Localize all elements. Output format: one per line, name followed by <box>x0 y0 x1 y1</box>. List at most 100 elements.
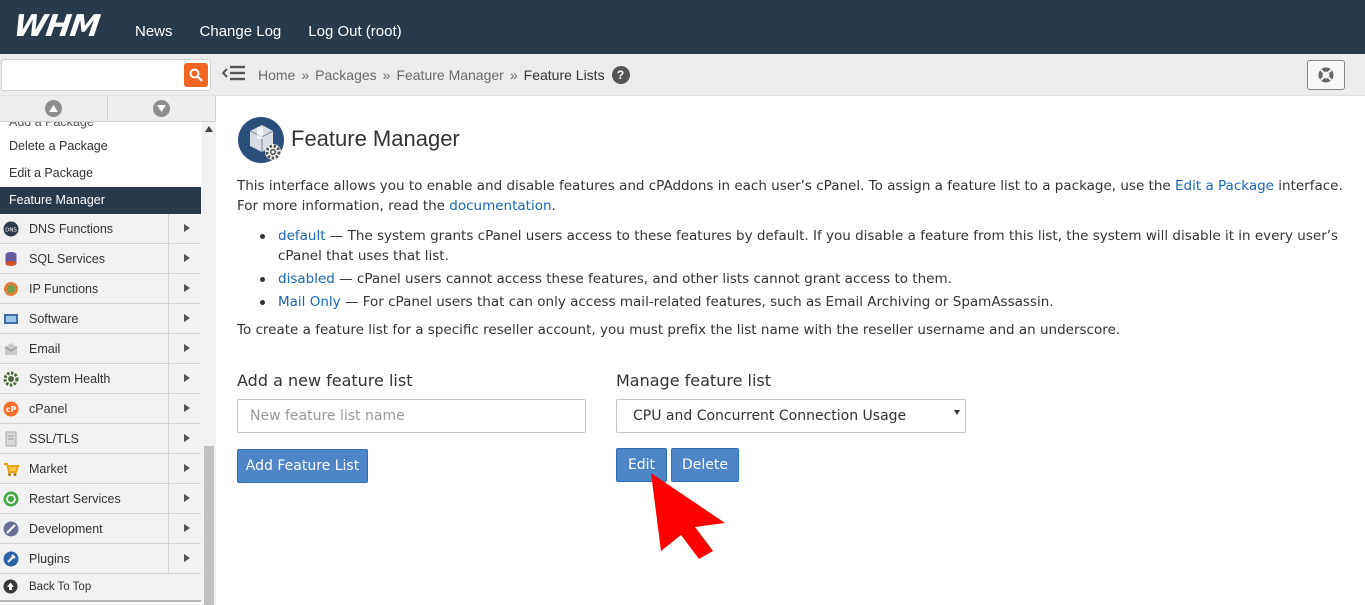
documentation-link[interactable]: documentation <box>449 198 551 214</box>
intro-text: This interface allows you to enable and … <box>237 178 1176 194</box>
database-icon <box>3 251 19 267</box>
svg-text:cP: cP <box>6 405 17 414</box>
breadcrumb-separator: » <box>301 67 310 83</box>
sidebar: Add a Package Delete a Package Edit a Pa… <box>0 96 216 605</box>
back-to-top-label: Back To Top <box>29 581 92 593</box>
breadcrumb: Home » Packages » Feature Manager » Feat… <box>258 66 630 84</box>
support-button[interactable] <box>1307 60 1345 90</box>
sidebar-category-email[interactable]: Email <box>0 334 201 364</box>
sidebar-category-label: IP Functions <box>29 281 99 296</box>
sidebar-scroll-down-button[interactable] <box>108 96 216 121</box>
disabled-list-link[interactable]: disabled <box>278 271 335 287</box>
caret-right-icon <box>184 404 190 412</box>
manage-feature-list-label: Manage feature list <box>616 371 771 390</box>
edit-package-link[interactable]: Edit a Package <box>1175 178 1274 194</box>
caret-right-icon <box>184 314 190 322</box>
sidebar-category-label: Development <box>29 521 103 536</box>
help-icon[interactable]: ? <box>611 66 630 84</box>
sidebar-category-software[interactable]: Software <box>0 304 201 334</box>
dns-icon: DNS <box>3 221 19 237</box>
feature-list-select[interactable]: CPU and Concurrent Connection Usage <box>616 399 966 433</box>
sidebar-item-edit-package[interactable]: Edit a Package <box>0 160 201 187</box>
list-item: Mail Only — For cPanel users that can on… <box>257 292 1347 312</box>
add-feature-list-button[interactable]: Add Feature List <box>237 449 368 483</box>
list-item: default — The system grants cPanel users… <box>257 226 1347 266</box>
breadcrumb-current: Feature Lists <box>523 67 605 83</box>
breadcrumb-home[interactable]: Home <box>258 67 295 83</box>
certificate-icon <box>3 431 19 447</box>
sidebar-category-cpanel[interactable]: cP cPanel <box>0 394 201 424</box>
caret-right-icon <box>184 524 190 532</box>
caret-right-icon <box>184 284 190 292</box>
nav-logout[interactable]: Log Out (root) <box>308 23 401 40</box>
caret-right-icon <box>184 554 190 562</box>
main-content: Feature Manager This interface allows yo… <box>217 96 1365 605</box>
sidebar-category-dns-functions[interactable]: DNS DNS Functions <box>0 214 201 244</box>
sidebar-category-label: Email <box>29 341 61 356</box>
search-input[interactable] <box>2 60 182 90</box>
development-icon <box>3 521 19 537</box>
svg-text:DNS: DNS <box>5 227 17 233</box>
sidebar-category-label: SQL Services <box>29 251 105 266</box>
cart-icon <box>3 461 19 477</box>
sidebar-category-ip-functions[interactable]: IP Functions <box>0 274 201 304</box>
sidebar-category-label: System Health <box>29 371 111 386</box>
sidebar-category-label: Software <box>29 311 79 326</box>
red-arrow-pointer-icon <box>651 473 725 559</box>
sidebar-category-label: cPanel <box>29 401 68 416</box>
lifebuoy-icon <box>1318 67 1334 83</box>
caret-right-icon <box>184 434 190 442</box>
back-to-top-link[interactable]: Back To Top <box>0 574 201 602</box>
software-icon <box>3 311 19 327</box>
sidebar-category-development[interactable]: Development <box>0 514 201 544</box>
caret-right-icon <box>184 464 190 472</box>
scroll-up-arrow-icon[interactable] <box>205 126 213 132</box>
email-icon <box>3 341 19 357</box>
feature-manager-icon <box>238 117 284 163</box>
list-item-text: — cPanel users cannot access these featu… <box>334 271 952 287</box>
nav-change-log[interactable]: Change Log <box>200 23 282 40</box>
caret-right-icon <box>184 374 190 382</box>
nav-news[interactable]: News <box>135 23 173 40</box>
sidebar-scroll-controls <box>0 96 216 122</box>
chevron-up-icon <box>45 100 62 117</box>
sidebar-category-system-health[interactable]: System Health <box>0 364 201 394</box>
sidebar-category-ssl-tls[interactable]: SSL/TLS <box>0 424 201 454</box>
sidebar-scrollbar[interactable] <box>202 122 216 605</box>
breadcrumb-packages[interactable]: Packages <box>315 67 376 83</box>
sidebar-category-market[interactable]: Market <box>0 454 201 484</box>
list-item: disabled — cPanel users cannot access th… <box>257 269 1347 289</box>
dropdown-arrow-icon <box>954 410 960 415</box>
caret-right-icon <box>184 254 190 262</box>
sidebar-category-plugins[interactable]: Plugins <box>0 544 201 574</box>
sidebar-item-feature-manager[interactable]: Feature Manager <box>0 187 201 214</box>
new-feature-list-name-input[interactable] <box>237 399 586 433</box>
sidebar-category-label: SSL/TLS <box>29 431 80 446</box>
sidebar-scroll-up-button[interactable] <box>0 96 108 121</box>
sub-header: Home » Packages » Feature Manager » Feat… <box>0 54 1365 96</box>
breadcrumb-separator: » <box>509 67 518 83</box>
sidebar-item-add-package[interactable]: Add a Package <box>0 122 201 133</box>
intro-text: . <box>551 198 556 214</box>
sidebar-item-delete-package[interactable]: Delete a Package <box>0 133 201 160</box>
list-item-text: — The system grants cPanel users access … <box>278 228 1339 264</box>
sidebar-category-label: DNS Functions <box>29 221 114 236</box>
sidebar-menu: Add a Package Delete a Package Edit a Pa… <box>0 122 201 605</box>
add-feature-list-label: Add a new feature list <box>237 371 413 390</box>
scrollbar-thumb[interactable] <box>204 446 214 605</box>
whm-logo[interactable]: WHM <box>12 9 102 44</box>
reseller-note: To create a feature list for a specific … <box>237 322 1121 338</box>
caret-right-icon <box>184 224 190 232</box>
collapse-sidebar-icon[interactable] <box>222 64 246 84</box>
cpanel-icon: cP <box>3 401 19 417</box>
search-icon <box>189 68 203 82</box>
default-list-link[interactable]: default <box>278 228 326 244</box>
sidebar-category-sql-services[interactable]: SQL Services <box>0 244 201 274</box>
mail-only-list-link[interactable]: Mail Only <box>278 294 341 310</box>
search-button[interactable] <box>184 63 208 87</box>
breadcrumb-feature-manager[interactable]: Feature Manager <box>396 67 503 83</box>
sidebar-category-restart-services[interactable]: Restart Services <box>0 484 201 514</box>
sidebar-category-label: Plugins <box>29 551 70 566</box>
breadcrumb-separator: » <box>382 67 391 83</box>
sidebar-category-label: Market <box>29 461 68 476</box>
